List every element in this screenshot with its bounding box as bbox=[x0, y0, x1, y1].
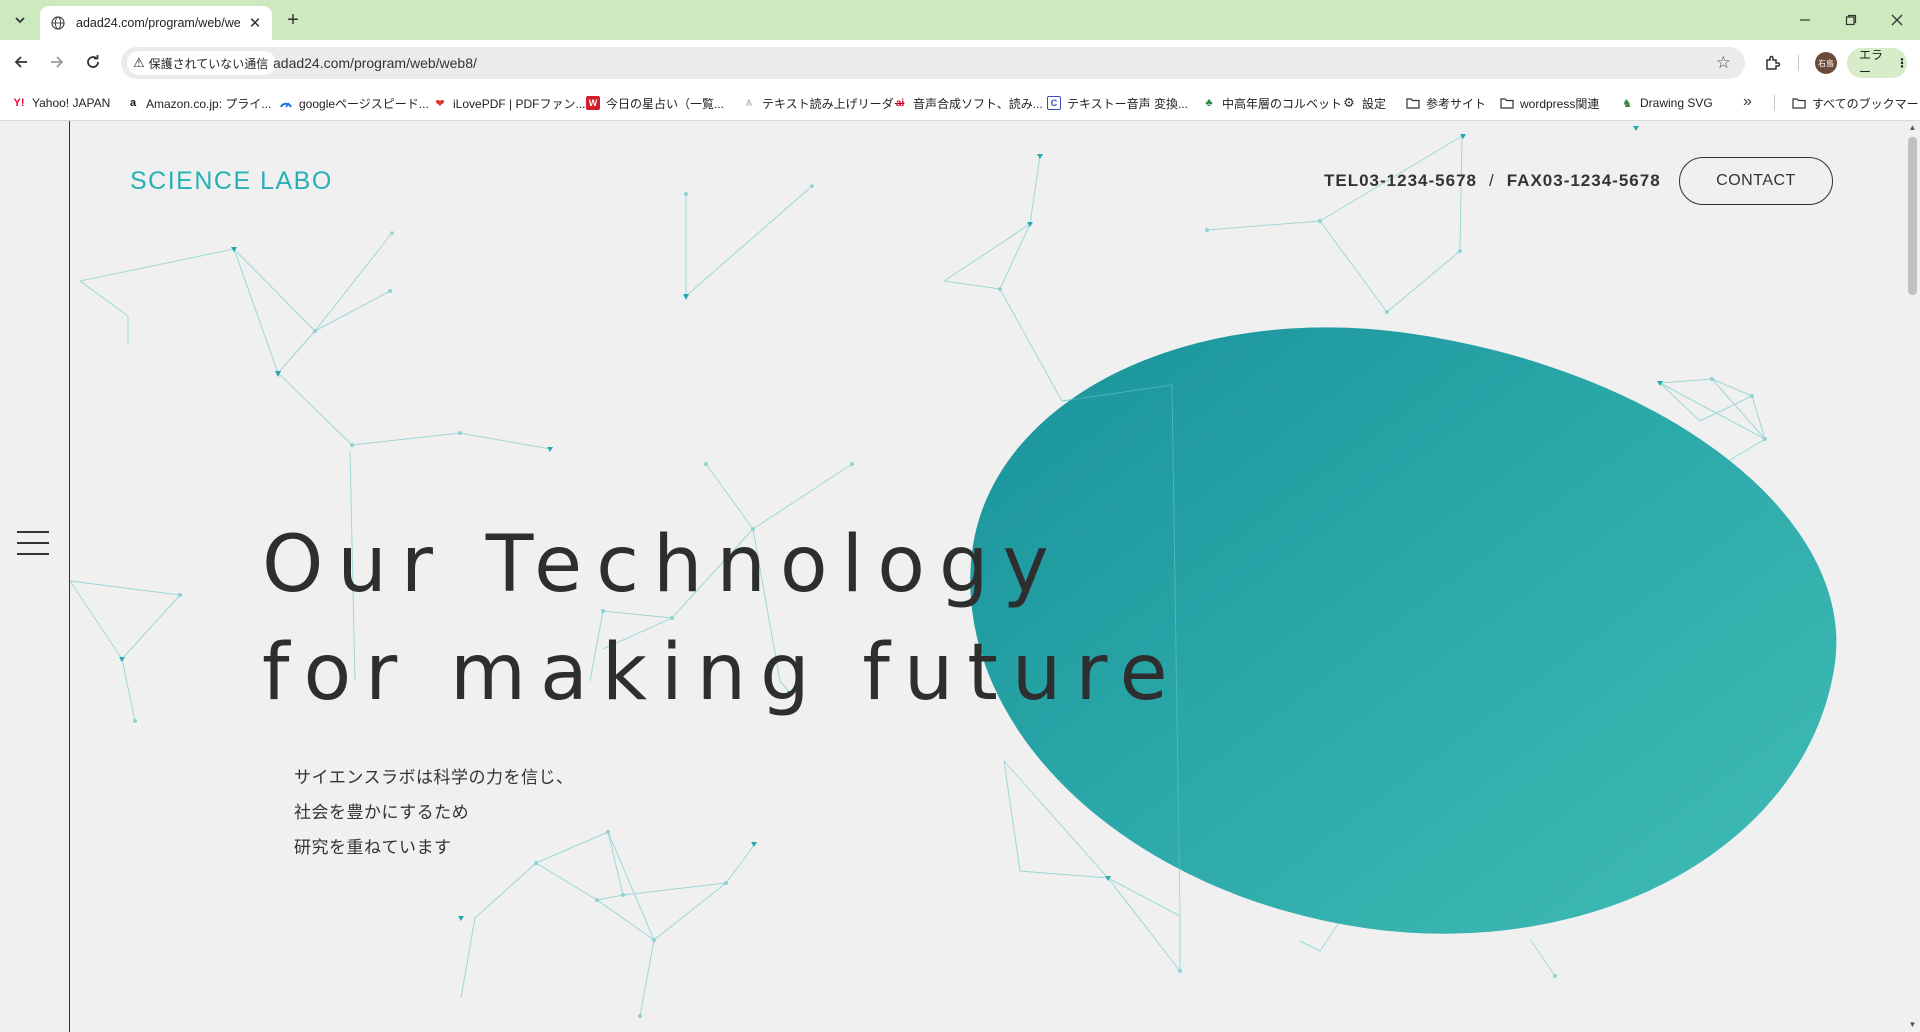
hero-heading-line2: for making future bbox=[262, 628, 1182, 718]
extensions-icon[interactable] bbox=[1762, 52, 1784, 74]
site-logo[interactable]: SCIENCE LABO bbox=[130, 167, 333, 196]
contact-info: TEL03-1234-5678 / FAX03-1234-5678 bbox=[1324, 171, 1661, 191]
bookmark-label: Drawing SVG bbox=[1640, 96, 1713, 110]
bookmark-label: 参考サイト bbox=[1426, 96, 1487, 111]
close-icon bbox=[1891, 14, 1903, 26]
minimize-icon bbox=[1800, 19, 1810, 21]
page-viewport: SCIENCE LABO TEL03-1234-5678 / FAX03-1234-… bbox=[0, 121, 1920, 1032]
bookmark-tts[interactable]: C テキストー音声 変換... bbox=[1047, 93, 1188, 113]
folder-icon bbox=[1792, 96, 1806, 110]
amazon-icon: a bbox=[129, 97, 137, 109]
scroll-thumb[interactable] bbox=[1908, 137, 1917, 295]
hero-description-line2: 社会を豊かにするため bbox=[294, 803, 470, 823]
scroll-up-icon[interactable]: ▲ bbox=[1908, 123, 1917, 133]
bookmark-label: Yahoo! JAPAN bbox=[32, 96, 111, 110]
browser-toolbar: ⚠ 保護されていない通信 adad24.com/program/web/web8… bbox=[0, 40, 1920, 85]
gear-icon: ⚙ bbox=[1343, 95, 1355, 110]
hamburger-menu-icon[interactable] bbox=[17, 531, 49, 555]
tab-strip: adad24.com/program/web/web8/ ✕ + bbox=[0, 0, 1920, 40]
reload-icon bbox=[87, 55, 99, 68]
all-bookmarks-folder[interactable]: すべてのブックマーク bbox=[1792, 93, 1920, 113]
ai-voice-icon: ai bbox=[895, 97, 905, 109]
tel-number: TEL03-1234-5678 bbox=[1324, 171, 1477, 190]
ilovepdf-icon: ❤ bbox=[435, 97, 445, 110]
bookmark-label: テキスト読み上げリーダー bbox=[762, 96, 906, 111]
bookmark-yahoo[interactable]: Y! Yahoo! JAPAN bbox=[12, 93, 111, 113]
hero-description-line1: サイエンスラボは科学の力を信じ、 bbox=[294, 768, 574, 788]
hero-heading-line1: Our Technology bbox=[262, 520, 1063, 610]
restore-icon bbox=[1845, 14, 1857, 26]
pagespeed-icon bbox=[279, 96, 293, 110]
browser-tab-active[interactable]: adad24.com/program/web/web8/ ✕ bbox=[40, 6, 272, 40]
bookmark-reader[interactable]: A テキスト読み上げリーダー bbox=[742, 93, 906, 113]
sidebar-divider bbox=[69, 121, 70, 1032]
folder-icon bbox=[1406, 96, 1420, 110]
fax-number: FAX03-1234-5678 bbox=[1506, 171, 1661, 190]
globe-icon bbox=[50, 15, 66, 31]
tab-title: adad24.com/program/web/web8/ bbox=[76, 16, 240, 30]
bookmark-label: 設定 bbox=[1362, 96, 1387, 111]
restore-button[interactable] bbox=[1828, 0, 1874, 40]
bookmark-label: 今日の星占い（一覧... bbox=[606, 96, 725, 111]
chevron-down-icon bbox=[15, 17, 25, 24]
folder-icon bbox=[1500, 96, 1514, 110]
minimize-button[interactable] bbox=[1782, 0, 1828, 40]
bookmark-label: テキストー音声 変換... bbox=[1067, 96, 1188, 111]
more-vert-icon: ⋮ bbox=[1896, 56, 1908, 70]
bookmark-star-icon[interactable]: ☆ bbox=[1716, 53, 1731, 73]
bookmark-drawing-svg[interactable]: ♞ Drawing SVG bbox=[1620, 93, 1713, 113]
forward-button[interactable] bbox=[45, 50, 69, 74]
close-tab-icon[interactable]: ✕ bbox=[246, 14, 264, 32]
contact-separator: / bbox=[1488, 171, 1495, 190]
bookmark-amazon[interactable]: a Amazon.co.jp: プライ... bbox=[126, 93, 271, 113]
bookmark-folder-wordpress[interactable]: wordpress関連 bbox=[1500, 93, 1599, 113]
hero-heading: Our Technology for making future bbox=[262, 511, 1182, 727]
bookmark-label: wordpress関連 bbox=[1520, 96, 1600, 111]
bookmark-pagespeed[interactable]: googleページスピード... bbox=[279, 93, 429, 113]
error-label: エラー bbox=[1859, 48, 1884, 79]
back-arrow-icon bbox=[14, 56, 27, 68]
bookmarks-divider bbox=[1774, 95, 1775, 111]
scroll-down-icon[interactable]: ▼ bbox=[1908, 1020, 1917, 1030]
back-button[interactable] bbox=[9, 50, 33, 74]
bookmark-settings[interactable]: ⚙ 設定 bbox=[1342, 93, 1386, 113]
profile-avatar[interactable]: 右島 bbox=[1815, 52, 1837, 74]
svg-icon: ♞ bbox=[1622, 97, 1632, 110]
bookmark-label: すべてのブックマーク bbox=[1812, 96, 1920, 111]
bookmark-label: 音声合成ソフト、読み... bbox=[913, 96, 1043, 111]
reload-button[interactable] bbox=[81, 50, 105, 74]
page-scrollbar[interactable]: ▲ ▼ bbox=[1905, 121, 1920, 1032]
bookmark-label: Amazon.co.jp: プライ... bbox=[146, 96, 272, 111]
bookmarks-bar: Y! Yahoo! JAPAN a Amazon.co.jp: プライ... g… bbox=[0, 85, 1920, 121]
reader-icon: A bbox=[745, 98, 753, 108]
error-menu-button[interactable]: エラー ⋮ bbox=[1847, 48, 1908, 79]
bookmark-horoscope[interactable]: W 今日の星占い（一覧... bbox=[586, 93, 724, 113]
bookmark-label: iLovePDF | PDFファン... bbox=[453, 96, 586, 111]
forward-arrow-icon bbox=[51, 56, 64, 68]
toolbar-divider bbox=[1798, 55, 1799, 71]
contact-button[interactable]: CONTACT bbox=[1679, 157, 1833, 205]
bookmark-ilovepdf[interactable]: ❤ iLovePDF | PDFファン... bbox=[433, 93, 585, 113]
tts-icon: C bbox=[1047, 96, 1061, 110]
close-window-button[interactable] bbox=[1874, 0, 1920, 40]
bookmark-label: googleページスピード... bbox=[299, 96, 429, 111]
bookmarks-overflow-icon[interactable]: » bbox=[1743, 93, 1752, 111]
new-tab-button[interactable]: + bbox=[281, 9, 305, 31]
corvette-icon: ♣ bbox=[1205, 97, 1213, 109]
tab-search-button[interactable] bbox=[6, 8, 34, 32]
hero-description: サイエンスラボは科学の力を信じ、 社会を豊かにするため 研究を重ねています bbox=[294, 761, 574, 866]
bookmark-ai-voice[interactable]: ai 音声合成ソフト、読み... bbox=[893, 93, 1043, 113]
yahoo-icon: Y! bbox=[13, 97, 25, 109]
hero-description-line3: 研究を重ねています bbox=[294, 838, 452, 858]
url-text[interactable]: adad24.com/program/web/web8/ bbox=[273, 55, 477, 71]
security-indicator[interactable]: ⚠ 保護されていない通信 bbox=[127, 51, 277, 75]
bookmark-label: 中高年層のコルベット bbox=[1222, 96, 1343, 111]
security-label: 保護されていない通信 bbox=[148, 56, 269, 71]
address-bar[interactable]: ⚠ 保護されていない通信 adad24.com/program/web/web8… bbox=[121, 47, 1745, 79]
bookmark-corvette[interactable]: ♣ 中高年層のコルベット bbox=[1202, 93, 1342, 113]
horoscope-icon: W bbox=[586, 96, 600, 110]
bookmark-folder-reference[interactable]: 参考サイト bbox=[1406, 93, 1486, 113]
warning-icon: ⚠ bbox=[133, 55, 145, 70]
